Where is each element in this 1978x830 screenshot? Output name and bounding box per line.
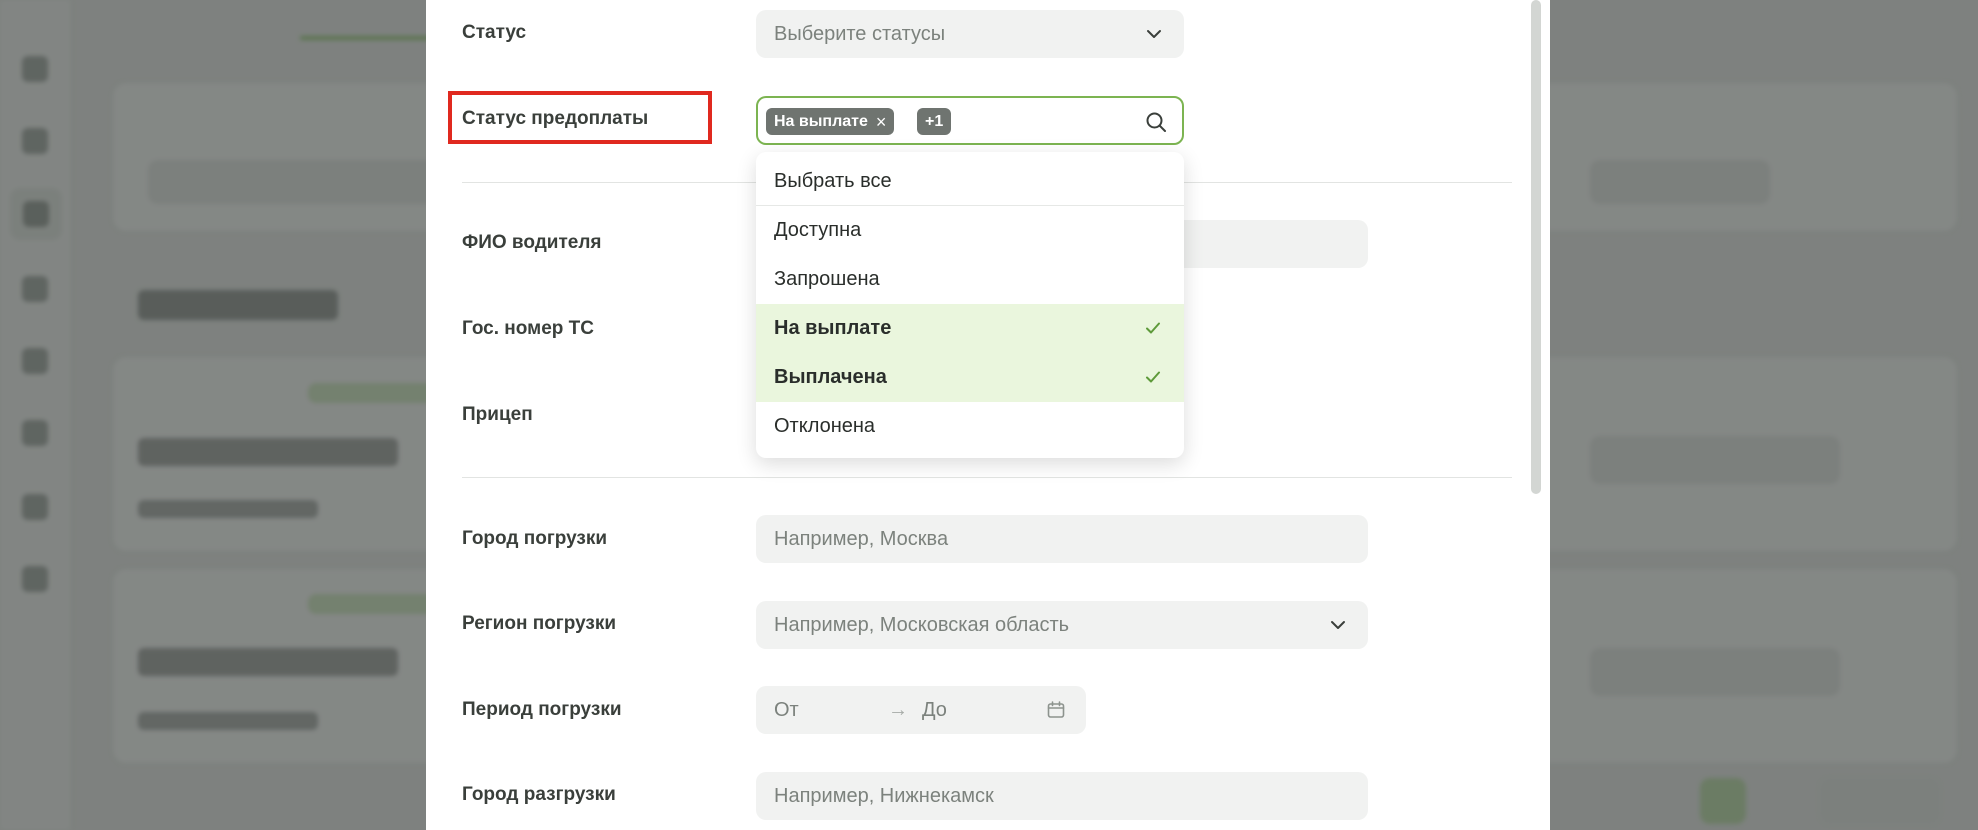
load-city-placeholder: Например, Москва: [774, 527, 949, 550]
load-region-select[interactable]: Например, Московская область: [756, 601, 1368, 649]
option-label: Выбрать все: [774, 170, 892, 192]
unload-city-label: Город разгрузки: [462, 784, 616, 805]
check-icon: [1146, 322, 1160, 334]
chevron-down-icon: [1147, 30, 1161, 38]
option-label: Отклонена: [774, 415, 876, 437]
status-select[interactable]: Выберите статусы: [756, 10, 1184, 58]
option-label: На выплате: [774, 317, 892, 339]
section-divider: [462, 477, 1512, 478]
search-icon: [1146, 112, 1166, 132]
prepay-status-dropdown: Выбрать все Доступна Запрошена На выплат…: [756, 152, 1184, 458]
trailer-label: Прицеп: [462, 404, 533, 425]
option-label: Выплачена: [774, 366, 887, 388]
option-on-payout[interactable]: На выплате: [756, 304, 1184, 353]
option-label: Доступна: [774, 219, 862, 241]
modal-scrollbar[interactable]: [1531, 0, 1541, 494]
vehicle-number-label: Гос. номер ТС: [462, 318, 594, 339]
load-region-label: Регион погрузки: [462, 613, 617, 634]
status-placeholder: Выберите статусы: [774, 22, 946, 45]
load-region-placeholder: Например, Московская область: [774, 613, 1070, 636]
load-city-label: Город погрузки: [462, 528, 608, 549]
tag-label: На выплате: [774, 112, 868, 130]
load-period-label: Период погрузки: [462, 699, 622, 720]
unload-city-input[interactable]: Например, Нижнекамск: [756, 772, 1368, 820]
option-paid[interactable]: Выплачена: [756, 353, 1184, 402]
check-icon: [1146, 371, 1160, 383]
date-from-placeholder: От: [774, 698, 799, 721]
driver-name-label: ФИО водителя: [462, 232, 602, 253]
load-period-range[interactable]: От → До: [756, 686, 1086, 734]
option-requested[interactable]: Запрошена: [756, 255, 1184, 304]
date-to-placeholder: До: [922, 698, 947, 721]
calendar-icon[interactable]: [1046, 700, 1066, 720]
tag-counter-label: +1: [925, 112, 944, 130]
prepay-status-multiselect[interactable]: На выплате × +1: [756, 96, 1184, 145]
option-rejected[interactable]: Отклонена: [756, 402, 1184, 451]
more-tags-counter: +1: [917, 108, 952, 135]
load-city-input[interactable]: Например, Москва: [756, 515, 1368, 563]
unload-city-placeholder: Например, Нижнекамск: [774, 784, 994, 807]
option-select-all[interactable]: Выбрать все: [756, 157, 1184, 206]
status-label: Статус: [462, 22, 527, 43]
chevron-down-icon: [1331, 621, 1345, 629]
selected-tag-on-payout: На выплате ×: [766, 108, 895, 135]
arrow-right-icon: →: [888, 698, 908, 721]
prepay-status-label: Статус предоплаты: [462, 108, 649, 129]
close-icon[interactable]: ×: [876, 113, 887, 131]
option-available[interactable]: Доступна: [756, 206, 1184, 255]
option-label: Запрошена: [774, 268, 880, 290]
